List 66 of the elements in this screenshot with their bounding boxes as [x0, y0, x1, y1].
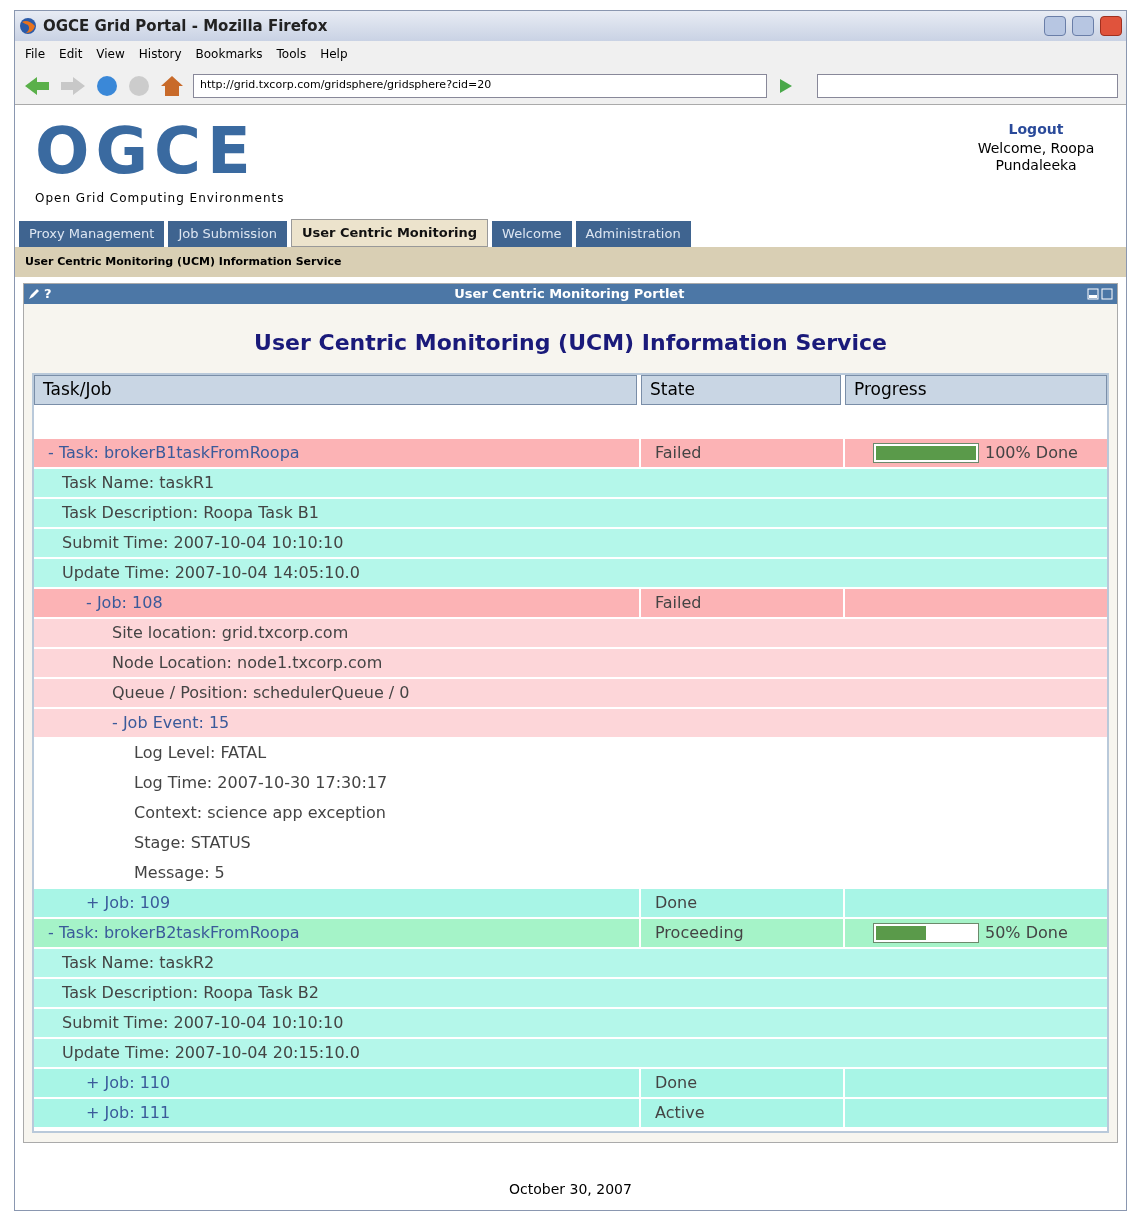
tree-node-link[interactable]: - Task: brokerB2taskFromRoopa	[48, 921, 300, 945]
logout-link[interactable]: Logout	[1008, 119, 1064, 140]
home-icon[interactable]	[159, 73, 185, 98]
progress-reading: 50% Done	[985, 922, 1068, 944]
tree-node-link[interactable]: + Job: 110	[86, 1071, 171, 1095]
tab[interactable]: Administration	[575, 221, 691, 247]
detail-text: Log Time: 2007-10-30 17:30:17	[134, 772, 388, 794]
close-button[interactable]	[1100, 16, 1122, 36]
footer-date: October 30, 2007	[508, 1180, 633, 1199]
detail-text: Queue / Position: schedulerQueue / 0	[112, 682, 410, 704]
state-text: Failed	[655, 592, 702, 614]
column-header: Progress	[845, 375, 1107, 405]
detail-text: Submit Time: 2007-10-04 10:10:10	[62, 1012, 344, 1034]
column-header: State	[641, 375, 841, 405]
minimize-icon[interactable]	[1087, 288, 1099, 300]
state-text: Done	[655, 892, 698, 914]
help-button[interactable]: ?	[44, 284, 52, 304]
state-text: Failed	[655, 442, 702, 464]
detail-text: Task Description: Roopa Task B2	[62, 982, 319, 1004]
menu-item[interactable]: View	[96, 45, 125, 63]
tab[interactable]: Proxy Management	[19, 221, 165, 247]
state-text: Proceeding	[655, 922, 744, 944]
detail-text: Submit Time: 2007-10-04 10:10:10	[62, 532, 344, 554]
page-heading: User Centric Monitoring (UCM) Information Service	[253, 329, 888, 357]
tree-node-link[interactable]: + Job: 109	[86, 891, 171, 915]
menu-item[interactable]: History	[138, 45, 182, 63]
maximize-button[interactable]	[1072, 16, 1094, 36]
search-field[interactable]	[817, 73, 1118, 98]
minimize-button[interactable]	[1044, 16, 1066, 36]
menu-item[interactable]: Bookmarks	[195, 45, 263, 63]
back-icon[interactable]	[23, 74, 51, 97]
detail-text: Node Location: node1.txcorp.com	[112, 652, 383, 674]
address-field[interactable]: http://grid.txcorp.com/gridsphere/gridsphere?cid=20	[193, 73, 767, 98]
detail-text: Update Time: 2007-10-04 14:05:10.0	[62, 562, 360, 584]
detail-text: Site location: grid.txcorp.com	[112, 622, 349, 644]
tree-node-link[interactable]: - Job: 108	[86, 591, 163, 615]
welcome-text: Welcome, Roopa Pundaleeka	[976, 140, 1096, 174]
logo: OGCE	[35, 119, 258, 183]
detail-text: Message: 5	[134, 862, 225, 884]
detail-text: Task Name: taskR1	[62, 472, 215, 494]
progress-reading: 100% Done	[985, 442, 1078, 464]
menu-item[interactable]: Edit	[59, 45, 83, 63]
menu-item[interactable]: Help	[320, 45, 348, 63]
edit-icon[interactable]	[28, 288, 40, 300]
portlet-title: User Centric Monitoring Portlet	[453, 285, 686, 304]
detail-text: Update Time: 2007-10-04 20:15:10.0	[62, 1042, 360, 1064]
detail-text: Stage: STATUS	[134, 832, 251, 854]
state-text: Active	[655, 1102, 705, 1124]
menu-item[interactable]: Tools	[276, 45, 307, 63]
tab[interactable]: User Centric Monitoring	[290, 219, 489, 247]
tree-node-link[interactable]: - Task: brokerB1taskFromRoopa	[48, 441, 300, 465]
state-text: Done	[655, 1072, 698, 1094]
column-header: Task/Job	[34, 375, 637, 405]
menu-item[interactable]: File	[25, 45, 46, 63]
detail-text: Task Name: taskR2	[62, 952, 215, 974]
detail-text: Log Level: FATAL	[134, 742, 267, 764]
tree-node-link[interactable]: + Job: 111	[86, 1101, 171, 1125]
detail-text: Context: science app exception	[134, 802, 386, 824]
breadcrumb-text: User Centric Monitoring (UCM) Information Service	[25, 253, 342, 270]
logo-subtitle: Open Grid Computing Environments	[35, 190, 285, 207]
tab[interactable]: Welcome	[492, 221, 572, 247]
tree-node-link[interactable]: - Job Event: 15	[112, 711, 230, 735]
maximize-icon[interactable]	[1101, 288, 1113, 300]
window-title: OGCE Grid Portal - Mozilla Firefox	[43, 15, 329, 37]
detail-text: Task Description: Roopa Task B1	[62, 502, 319, 524]
tab[interactable]: Job Submission	[168, 221, 287, 247]
